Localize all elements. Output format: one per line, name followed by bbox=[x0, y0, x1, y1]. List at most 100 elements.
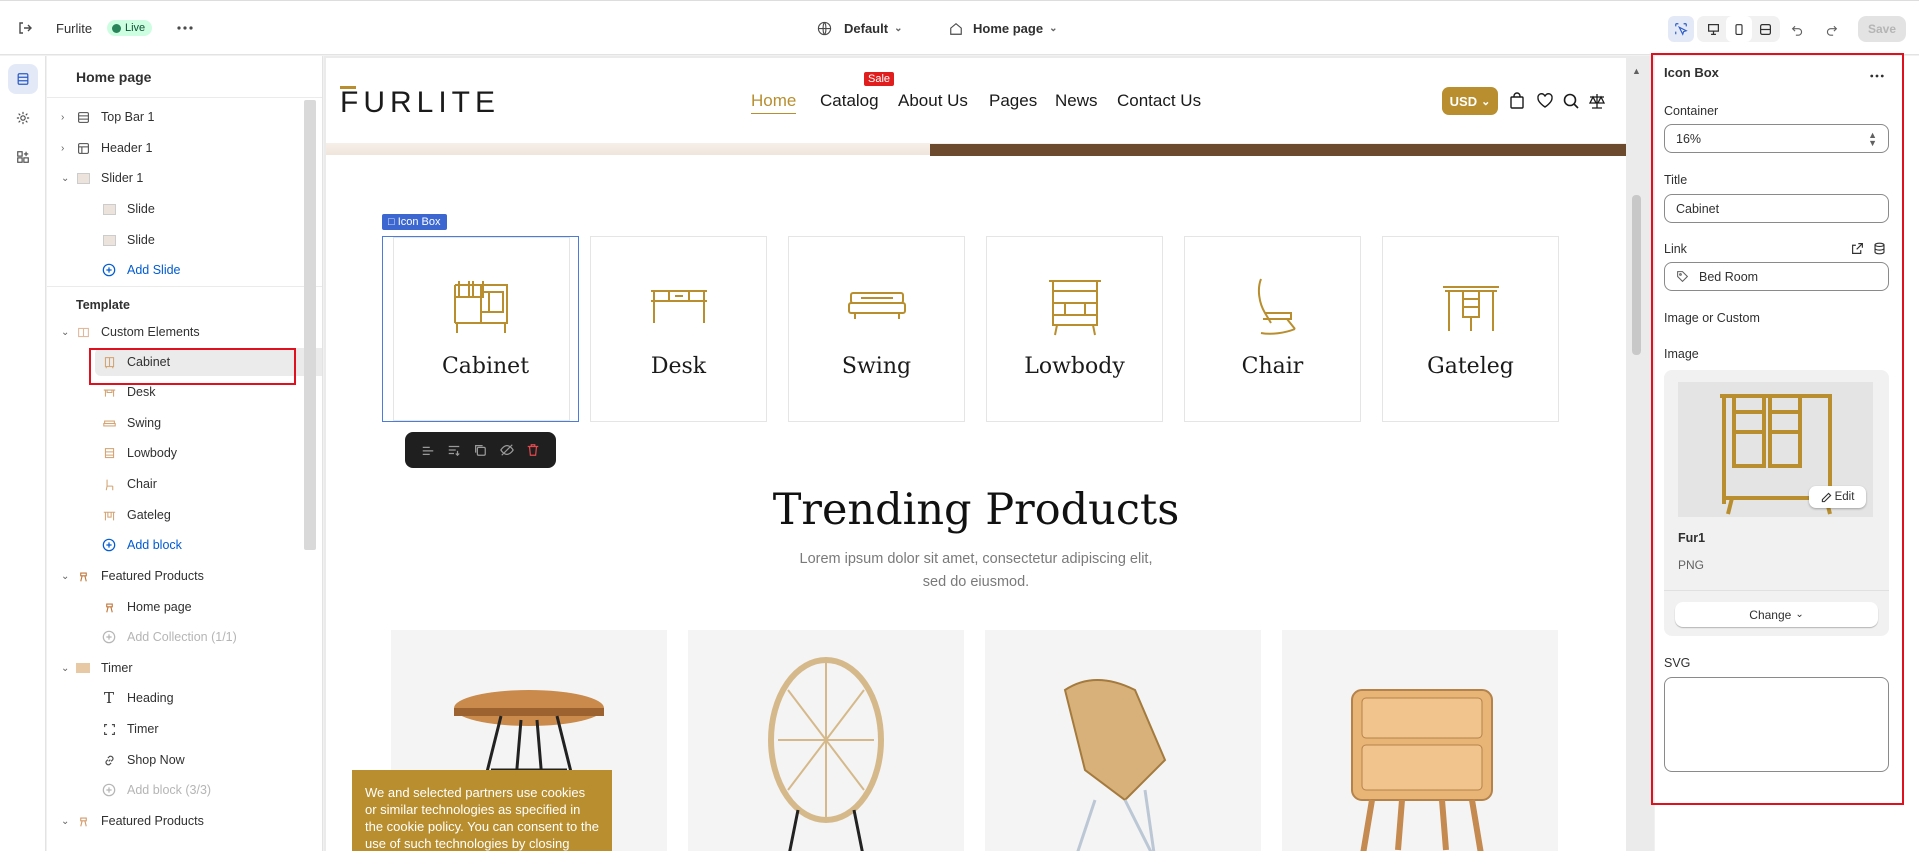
more-icon[interactable] bbox=[172, 15, 198, 41]
exit-icon[interactable] bbox=[12, 15, 38, 41]
hide-icon[interactable] bbox=[499, 443, 514, 457]
link-input[interactable]: Bed Room bbox=[1664, 262, 1889, 291]
add-slide-button[interactable]: Add Slide bbox=[47, 256, 307, 284]
nav-contact-us[interactable]: Contact Us bbox=[1117, 91, 1201, 111]
tree-item-custom-elements[interactable]: ⌄ Custom Elements bbox=[47, 318, 307, 346]
globe-icon bbox=[817, 21, 832, 36]
search-icon[interactable] bbox=[1562, 92, 1580, 110]
swing-icon bbox=[102, 416, 116, 430]
inspector-icon[interactable] bbox=[1668, 16, 1694, 42]
link-value: Bed Room bbox=[1699, 269, 1759, 284]
page-label: Home page bbox=[973, 21, 1044, 36]
preview-scrollbar[interactable]: ▲ bbox=[1628, 60, 1642, 851]
tree-item-home-page[interactable]: Home page bbox=[47, 593, 307, 621]
more-icon[interactable] bbox=[1870, 66, 1884, 81]
add-collection-label: Add Collection (1/1) bbox=[127, 630, 237, 644]
container-label: Container bbox=[1664, 104, 1719, 118]
change-label: Change bbox=[1749, 607, 1792, 622]
tree-item-top-bar[interactable]: › Top Bar 1 bbox=[47, 103, 307, 131]
scroll-up-icon[interactable]: ▲ bbox=[1632, 66, 1641, 76]
nav-about-us[interactable]: About Us bbox=[898, 91, 968, 111]
hero-image-detail bbox=[930, 144, 1626, 156]
add-block-button[interactable]: Add block bbox=[47, 531, 307, 559]
tree-item-label: Featured Products bbox=[101, 569, 204, 583]
svg-textarea[interactable] bbox=[1664, 677, 1889, 772]
store-logo[interactable]: FURLITE bbox=[340, 86, 500, 120]
tree-item-featured-products-2[interactable]: ⌄ Featured Products bbox=[47, 807, 307, 835]
redo-icon[interactable] bbox=[1818, 16, 1844, 42]
icon-box-desk[interactable]: Desk bbox=[590, 236, 767, 422]
tree-item-header[interactable]: › Header 1 bbox=[47, 134, 307, 162]
apps-icon[interactable] bbox=[8, 142, 38, 172]
move-up-icon[interactable] bbox=[421, 443, 435, 457]
chevron-down-icon[interactable]: ⌄ bbox=[61, 327, 71, 338]
icon-box-swing[interactable]: Swing bbox=[788, 236, 965, 422]
tree-item-timer[interactable]: ⌄ Timer bbox=[47, 654, 307, 682]
desk-icon bbox=[651, 290, 707, 323]
page-selector[interactable]: Home page ⌄ bbox=[949, 21, 1057, 36]
chevron-right-icon[interactable]: › bbox=[61, 143, 71, 154]
icon-box-lowbody[interactable]: Lowbody bbox=[986, 236, 1163, 422]
duplicate-icon[interactable] bbox=[473, 443, 487, 457]
nav-catalog[interactable]: Catalog bbox=[820, 91, 879, 111]
move-down-icon[interactable] bbox=[447, 443, 461, 457]
external-link-icon[interactable] bbox=[1851, 242, 1864, 255]
chevron-right-icon[interactable]: › bbox=[61, 112, 71, 123]
fullwidth-icon[interactable] bbox=[1752, 16, 1778, 42]
database-icon[interactable] bbox=[1873, 242, 1886, 255]
chevron-down-icon[interactable]: ⌄ bbox=[61, 173, 71, 184]
tree-item-lowbody[interactable]: Lowbody bbox=[47, 439, 307, 467]
tree-item-swing[interactable]: Swing bbox=[47, 409, 307, 437]
icon-box-cabinet[interactable]: Cabinet bbox=[382, 236, 579, 422]
tree-item-timer-block[interactable]: Timer bbox=[47, 715, 307, 743]
tree-item-heading[interactable]: T Heading bbox=[47, 684, 307, 712]
save-button[interactable]: Save bbox=[1858, 16, 1906, 42]
chevron-down-icon[interactable]: ⌄ bbox=[61, 663, 71, 674]
product-card[interactable] bbox=[1282, 630, 1558, 851]
icon-box-gateleg[interactable]: Gateleg bbox=[1382, 236, 1559, 422]
chevron-down-icon[interactable]: ⌄ bbox=[61, 571, 71, 582]
chevron-down-icon: ⌄ bbox=[1795, 609, 1804, 620]
product-card[interactable] bbox=[688, 630, 964, 851]
compare-icon[interactable] bbox=[1588, 92, 1606, 110]
icon-box-chair[interactable]: Chair bbox=[1184, 236, 1361, 422]
chevron-down-icon[interactable]: ⌄ bbox=[61, 816, 71, 827]
container-select[interactable]: 16% ▲ ▼ bbox=[1664, 124, 1889, 153]
tree-item-label: Lowbody bbox=[127, 446, 178, 460]
heart-icon[interactable] bbox=[1536, 92, 1554, 110]
featured-products-icon bbox=[76, 569, 90, 583]
sections-icon[interactable] bbox=[8, 64, 38, 94]
undo-icon[interactable] bbox=[1784, 16, 1810, 42]
change-image-button[interactable]: Change ⌄ bbox=[1675, 602, 1878, 627]
tree-item-chair[interactable]: Chair bbox=[47, 470, 307, 498]
icon-box-label: Swing bbox=[841, 354, 912, 379]
delete-icon[interactable] bbox=[526, 443, 540, 457]
trending-title: Trending Products bbox=[772, 485, 1180, 535]
tree-item-slide[interactable]: Slide bbox=[47, 226, 307, 254]
tree-item-gateleg[interactable]: Gateleg bbox=[47, 501, 307, 529]
plus-circle-icon bbox=[102, 263, 116, 277]
template-heading: Template bbox=[76, 298, 130, 312]
cookie-banner[interactable]: We and selected partners use cookies or … bbox=[352, 770, 612, 851]
mobile-icon[interactable] bbox=[1726, 16, 1752, 42]
theme-selector[interactable]: Default ⌄ bbox=[817, 21, 902, 36]
title-input[interactable]: Cabinet bbox=[1664, 194, 1889, 223]
desktop-icon[interactable] bbox=[1700, 16, 1726, 42]
scroll-thumb[interactable] bbox=[1632, 195, 1641, 355]
bag-icon[interactable] bbox=[1508, 92, 1526, 110]
tree-item-featured-products[interactable]: ⌄ Featured Products bbox=[47, 562, 307, 590]
icon-box-tag-label: Icon Box bbox=[397, 216, 441, 228]
tree-scrollbar[interactable] bbox=[304, 100, 316, 550]
product-card[interactable] bbox=[985, 630, 1261, 851]
tree-item-slide[interactable]: Slide bbox=[47, 195, 307, 223]
gear-icon[interactable] bbox=[8, 103, 38, 133]
currency-selector[interactable]: USD ⌄ bbox=[1442, 87, 1498, 115]
nav-pages[interactable]: Pages bbox=[989, 91, 1037, 111]
nav-news[interactable]: News bbox=[1055, 91, 1098, 111]
tree-item-slider[interactable]: ⌄ Slider 1 bbox=[47, 164, 307, 192]
tree-item-label: Desk bbox=[127, 385, 156, 399]
icon-box-label: Chair bbox=[1241, 354, 1304, 379]
tree-item-shop-now[interactable]: Shop Now bbox=[47, 746, 307, 774]
nav-home[interactable]: Home bbox=[751, 91, 797, 114]
edit-image-button[interactable]: Edit bbox=[1809, 486, 1866, 508]
